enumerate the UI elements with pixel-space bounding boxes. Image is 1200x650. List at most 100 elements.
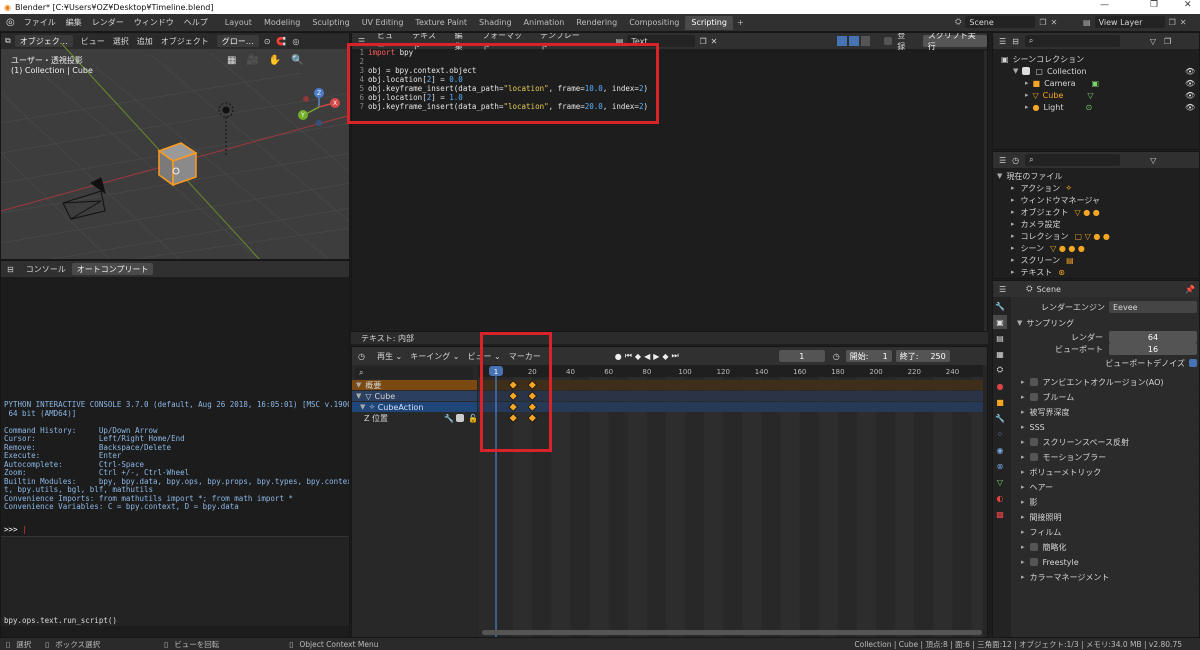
datablock-row[interactable]: ▸ コレクション ▢ ▽ ● ●: [997, 230, 1199, 242]
panel-section[interactable]: ▸ カラーマネージメント: [1013, 570, 1199, 585]
workspace-tab-sculpting[interactable]: Sculpting: [306, 16, 355, 30]
panel-section[interactable]: ▸ 被写界深度: [1013, 405, 1199, 420]
section-checkbox[interactable]: [1029, 453, 1038, 461]
pan-hand-icon[interactable]: ✋: [269, 55, 281, 66]
panel-section[interactable]: ▸ ブルーム: [1013, 390, 1199, 405]
panel-section[interactable]: ▸ Freestyle: [1013, 555, 1199, 570]
blender-menu-icon[interactable]: ◎: [6, 17, 15, 28]
menu-3[interactable]: ウィンドウ: [129, 17, 179, 28]
console-prompt[interactable]: >>> |: [4, 525, 27, 534]
preview-range-icon[interactable]: ◷: [833, 352, 840, 361]
visibility-eye-icon[interactable]: 👁: [1185, 91, 1195, 100]
texture-tab-icon[interactable]: ▩: [993, 507, 1007, 521]
properties-editor-icon[interactable]: ☰: [999, 285, 1006, 294]
current-file-row[interactable]: ▼ 現在のファイル: [997, 170, 1199, 182]
scene-collection-row[interactable]: ▣ シーンコレクション: [1001, 53, 1199, 65]
workspace-tab-texture-paint[interactable]: Texture Paint: [409, 16, 473, 30]
outliner[interactable]: ☰ ⊟ ⌕ ▽ ❐ ▣ シーンコレクション ▼ ▢ Collection 👁 ▸…: [992, 32, 1200, 150]
scene-name-field[interactable]: Scene: [965, 16, 1036, 28]
section-checkbox[interactable]: [1029, 558, 1038, 566]
render-tab-icon[interactable]: ▣: [993, 315, 1007, 329]
datablock-row[interactable]: ▸ オブジェクト ▽ ● ●: [997, 206, 1199, 218]
datablock-row[interactable]: ▸ スクリーン ▤: [997, 254, 1199, 266]
material-tab-icon[interactable]: ◐: [993, 491, 1007, 505]
panel-section[interactable]: ▸ 簡略化: [1013, 540, 1199, 555]
panel-section[interactable]: ▸ フィルム: [1013, 525, 1199, 540]
object-tab-icon[interactable]: ■: [993, 395, 1007, 409]
channel-action[interactable]: ▼ ⟡ CubeAction: [352, 402, 477, 412]
world-tab-icon[interactable]: ●: [993, 379, 1007, 393]
datablock-row[interactable]: ▸ カメラ設定: [997, 218, 1199, 230]
panel-section[interactable]: ▸ アンビエントオクルージョン(AO): [1013, 375, 1199, 390]
zoom-icon[interactable]: 🔍: [291, 55, 303, 66]
workspace-tab-rendering[interactable]: Rendering: [570, 16, 623, 30]
prev-keyframe-icon[interactable]: ◆: [635, 352, 641, 361]
physics-tab-icon[interactable]: ◉: [993, 443, 1007, 457]
collection-row[interactable]: ▼ ▢ Collection 👁: [1001, 65, 1199, 77]
timeline-editor[interactable]: ◷ 再生 ⌄ キーイング ⌄ ビュー ⌄ マーカー ● ⏮ ◆ ◀ ▶ ◆ ⏭ 1 ◷…: [351, 346, 988, 638]
filter-icon[interactable]: ▽: [1150, 156, 1156, 165]
menu-0[interactable]: ファイル: [19, 17, 61, 28]
timeline-editor-icon[interactable]: ◷: [358, 352, 365, 361]
workspace-tab-compositing[interactable]: Compositing: [623, 16, 685, 30]
text-scrollbar[interactable]: [984, 51, 987, 331]
channel-fcurve[interactable]: Z 位置 🔧 🔓: [352, 413, 478, 423]
jump-start-icon[interactable]: ⏮: [625, 351, 632, 361]
console-tab[interactable]: コンソール: [20, 264, 72, 275]
mute-checkbox[interactable]: [456, 414, 464, 422]
workspace-tab-scripting[interactable]: Scripting: [685, 15, 733, 30]
close-button[interactable]: ✕: [1184, 0, 1192, 10]
new-collection-icon[interactable]: ❐: [1164, 37, 1171, 46]
panel-section[interactable]: ▸ ボリューメトリック: [1013, 465, 1199, 480]
particles-tab-icon[interactable]: ⁘: [993, 427, 1007, 441]
constraints-tab-icon[interactable]: ⊗: [993, 459, 1007, 473]
workspace-tab-uv-editing[interactable]: UV Editing: [356, 16, 410, 30]
scene-selector[interactable]: ⛭ Scene ❐ ✕: [955, 16, 1057, 28]
register-checkbox[interactable]: [884, 37, 893, 45]
panel-section[interactable]: ▸ モーションブラー: [1013, 450, 1199, 465]
view-layer-field[interactable]: View Layer: [1094, 16, 1165, 28]
autocomplete-tab[interactable]: オートコンプリート: [71, 263, 154, 275]
panel-section[interactable]: ▸ 間接照明: [1013, 510, 1199, 525]
render-samples-field[interactable]: 64: [1109, 331, 1197, 343]
ortho-toggle-icon[interactable]: ▦: [227, 55, 236, 66]
view-layer-copy-icon[interactable]: ❐: [1169, 18, 1176, 27]
view-layer-tab-icon[interactable]: ▦: [993, 347, 1007, 361]
file-view-editor-icon[interactable]: ☰: [999, 156, 1006, 165]
run-script-button[interactable]: スクリプト実行: [922, 33, 987, 51]
workspace-tab-shading[interactable]: Shading: [473, 16, 518, 30]
play-reverse-icon[interactable]: ◀: [644, 352, 650, 361]
jump-end-icon[interactable]: ⏭: [672, 351, 679, 361]
workspace-tab-animation[interactable]: Animation: [518, 16, 571, 30]
visibility-eye-icon[interactable]: 👁: [1185, 79, 1195, 88]
section-checkbox[interactable]: [1029, 543, 1038, 551]
3d-viewport[interactable]: ⧉ オブジェク… ビュー 選択 追加 オブジェクト グロー… ⊙ 🧲 ◎ Z X…: [0, 32, 350, 260]
python-console[interactable]: ⊟ コンソール オートコンプリート PYTHON INTERACTIVE CON…: [0, 260, 350, 638]
play-icon[interactable]: ▶: [653, 352, 659, 361]
panel-section[interactable]: ▸ ヘアー: [1013, 480, 1199, 495]
outliner-search[interactable]: ⌕: [1024, 35, 1120, 47]
display-mode-icon[interactable]: ⊟: [1012, 37, 1019, 46]
menu-4[interactable]: ヘルプ: [179, 17, 213, 28]
section-checkbox[interactable]: [1029, 378, 1038, 386]
lock-icon[interactable]: 🔓: [468, 414, 478, 423]
datablock-row[interactable]: ▸ ウィンドウマネージャ: [997, 194, 1199, 206]
panel-section[interactable]: ▸ SSS: [1013, 420, 1199, 435]
mesh-data-tab-icon[interactable]: ▽: [993, 475, 1007, 489]
modifier-tab-icon[interactable]: 🔧: [993, 411, 1007, 425]
scene-tab-icon[interactable]: ⛭: [993, 363, 1007, 377]
visibility-eye-icon[interactable]: 👁: [1185, 67, 1195, 76]
camera-view-icon[interactable]: 🎥: [246, 55, 258, 66]
modifier-icon[interactable]: 🔧: [444, 414, 454, 423]
datablock-row[interactable]: ▸ シーン ▽ ● ● ●: [997, 242, 1199, 254]
view-layer-remove-icon[interactable]: ✕: [1180, 18, 1187, 27]
start-frame-field[interactable]: 開始: 1: [845, 350, 892, 362]
text-unlink-icon[interactable]: ✕: [711, 37, 718, 46]
text-new-icon[interactable]: ❐: [699, 37, 706, 46]
view-layer-selector[interactable]: ▤ View Layer ❐ ✕: [1083, 16, 1186, 28]
section-checkbox[interactable]: [1029, 393, 1038, 401]
file-view-search[interactable]: ⌕: [1025, 154, 1121, 166]
outliner-cube-row[interactable]: ▸ ▽ Cube ▽ 👁: [1001, 89, 1199, 101]
output-tab-icon[interactable]: ▤: [993, 331, 1007, 345]
datablock-row[interactable]: ▸ アクション ⟡: [997, 182, 1199, 194]
